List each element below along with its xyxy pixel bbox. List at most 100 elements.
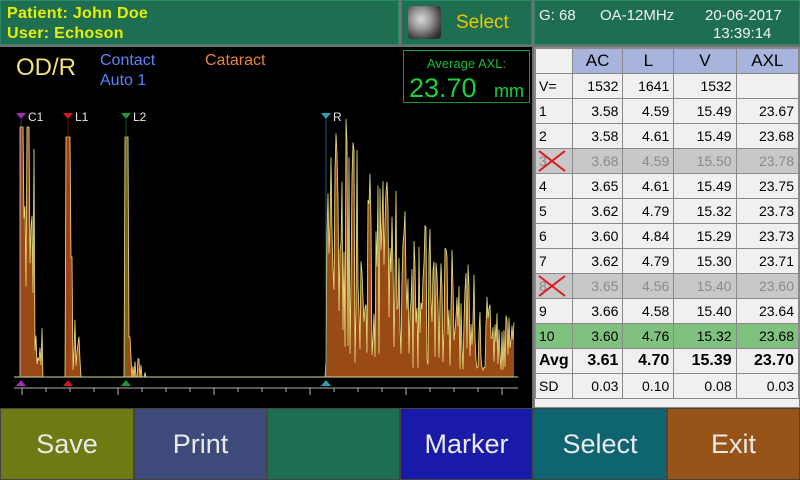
table-cell: 0.08 xyxy=(673,373,737,399)
table-cell: 15.32 xyxy=(673,323,737,349)
table-row[interactable]: 7 3.62 4.79 15.30 23.71 xyxy=(535,248,800,274)
row-index: V= xyxy=(535,73,573,99)
table-cell: 0.10 xyxy=(622,373,675,399)
table-cell: 1532 xyxy=(571,73,624,99)
table-cell: 4.56 xyxy=(622,273,675,299)
row-index: 4 xyxy=(535,173,573,199)
table-cell: 23.60 xyxy=(735,273,800,299)
average-axl-unit: mm xyxy=(494,81,524,101)
average-axl-box: Average AXL: 23.70 mm xyxy=(403,50,530,103)
marker-l2-bottom-icon[interactable] xyxy=(121,380,131,386)
table-cell: 15.29 xyxy=(673,223,737,249)
marker-button[interactable]: Marker xyxy=(400,408,533,480)
gain-value: 68 xyxy=(559,7,576,24)
gain-readout: G: 68 xyxy=(539,7,576,24)
marker-r-bottom-icon[interactable] xyxy=(321,380,331,386)
table-cell: 23.67 xyxy=(735,98,800,124)
marker-l1-bottom-icon[interactable] xyxy=(63,380,73,386)
table-cell: 23.70 xyxy=(735,348,800,374)
table-row[interactable]: 9 3.66 4.58 15.40 23.64 xyxy=(535,298,800,324)
patient-name: John Doe xyxy=(72,5,149,22)
patient-line: Patient: John Doe xyxy=(7,5,148,23)
marker-l2-top-icon[interactable] xyxy=(121,113,131,119)
save-button[interactable]: Save xyxy=(0,408,134,480)
table-cell: 23.64 xyxy=(735,298,800,324)
table-cell: 4.59 xyxy=(622,148,675,174)
table-row[interactable]: 10 3.60 4.76 15.32 23.68 xyxy=(535,323,800,349)
table-cell: 3.65 xyxy=(571,273,624,299)
patient-label: Patient: xyxy=(7,5,69,22)
table-cell: 3.60 xyxy=(571,223,624,249)
probe-icon xyxy=(408,6,441,39)
device-info-panel: G: 68 OA-12MHz 20-06-2017 13:39:14 xyxy=(534,0,800,45)
table-cell: 15.39 xyxy=(673,348,737,374)
table-cell: 15.40 xyxy=(673,273,737,299)
header-v: V xyxy=(673,48,737,74)
table-cell: 3.62 xyxy=(571,198,624,224)
header-l: L xyxy=(622,48,675,74)
table-cell: 4.79 xyxy=(622,248,675,274)
a-scan-graph[interactable]: C1 L1 L2 R OD/R Contact Auto 1 Cataract Ave… xyxy=(0,47,532,408)
select-button[interactable]: Select xyxy=(533,408,667,480)
header-axl: AXL xyxy=(735,48,800,74)
lens-type-label: Cataract xyxy=(205,52,266,69)
table-row[interactable]: 1 3.58 4.59 15.49 23.67 xyxy=(535,98,800,124)
eye-side-label: OD/R xyxy=(16,54,76,81)
table-row[interactable]: 8 3.65 4.56 15.40 23.60 xyxy=(535,273,800,299)
table-cell: 15.49 xyxy=(673,123,737,149)
blank-button[interactable] xyxy=(267,408,400,480)
table-cell: 15.50 xyxy=(673,148,737,174)
mode-label-contact: Contact xyxy=(100,52,156,69)
table-cell: 15.40 xyxy=(673,298,737,324)
table-row[interactable]: 2 3.58 4.61 15.49 23.68 xyxy=(535,123,800,149)
exit-button[interactable]: Exit xyxy=(667,408,800,480)
table-cell: 0.03 xyxy=(571,373,624,399)
table-cell: 3.68 xyxy=(571,148,624,174)
marker-c1-bottom-icon[interactable] xyxy=(16,380,26,386)
table-cell: 3.61 xyxy=(571,348,624,374)
marker-r-label: R xyxy=(333,110,342,124)
table-cell: 23.68 xyxy=(735,323,800,349)
table-cell: 4.59 xyxy=(622,98,675,124)
excluded-x-icon xyxy=(538,275,566,297)
row-index: 10 xyxy=(535,323,573,349)
patient-info-panel: Patient: John Doe User: Echoson xyxy=(0,0,399,45)
user-name: Echoson xyxy=(54,25,124,42)
marker-l1-label: L1 xyxy=(75,110,89,124)
probe-model: OA-12MHz xyxy=(600,7,675,24)
table-cell: 3.58 xyxy=(571,123,624,149)
table-cell: 4.61 xyxy=(622,123,675,149)
average-axl-title: Average AXL: xyxy=(426,56,507,71)
print-button[interactable]: Print xyxy=(134,408,267,480)
table-row[interactable]: 6 3.60 4.84 15.29 23.73 xyxy=(535,223,800,249)
header-ac: AC xyxy=(571,48,624,74)
table-cell: 3.62 xyxy=(571,248,624,274)
table-cell: 3.60 xyxy=(571,323,624,349)
row-index: 5 xyxy=(535,198,573,224)
date-display: 20-06-2017 xyxy=(705,7,782,24)
table-cell: 4.58 xyxy=(622,298,675,324)
table-cell: 1532 xyxy=(673,73,737,99)
header-corner xyxy=(535,48,573,74)
table-row[interactable]: 3 3.68 4.59 15.50 23.78 xyxy=(535,148,800,174)
table-cell: 3.66 xyxy=(571,298,624,324)
table-row[interactable]: 4 3.65 4.61 15.49 23.75 xyxy=(535,173,800,199)
measurements-table: AC L V AXL V= 1532 1641 1532 1 3.58 4.59 15.49 2… xyxy=(535,48,800,399)
marker-r-top-icon[interactable] xyxy=(321,113,331,119)
echo-fill xyxy=(20,118,514,378)
row-index: 7 xyxy=(535,248,573,274)
gain-label: G: xyxy=(539,7,555,24)
probe-select-button[interactable]: Select xyxy=(401,0,532,45)
marker-c1-top-icon[interactable] xyxy=(16,113,26,119)
marker-l1-top-icon[interactable] xyxy=(63,113,73,119)
table-avg-row: Avg 3.61 4.70 15.39 23.70 xyxy=(535,348,800,374)
table-cell: 15.49 xyxy=(673,173,737,199)
table-cell: 3.65 xyxy=(571,173,624,199)
table-cell: 1641 xyxy=(622,73,675,99)
excluded-x-icon xyxy=(538,150,566,172)
table-cell: 23.78 xyxy=(735,148,800,174)
table-row[interactable]: 5 3.62 4.79 15.32 23.73 xyxy=(535,198,800,224)
table-cell: 4.61 xyxy=(622,173,675,199)
row-index: 9 xyxy=(535,298,573,324)
row-index: 3 xyxy=(535,148,573,174)
